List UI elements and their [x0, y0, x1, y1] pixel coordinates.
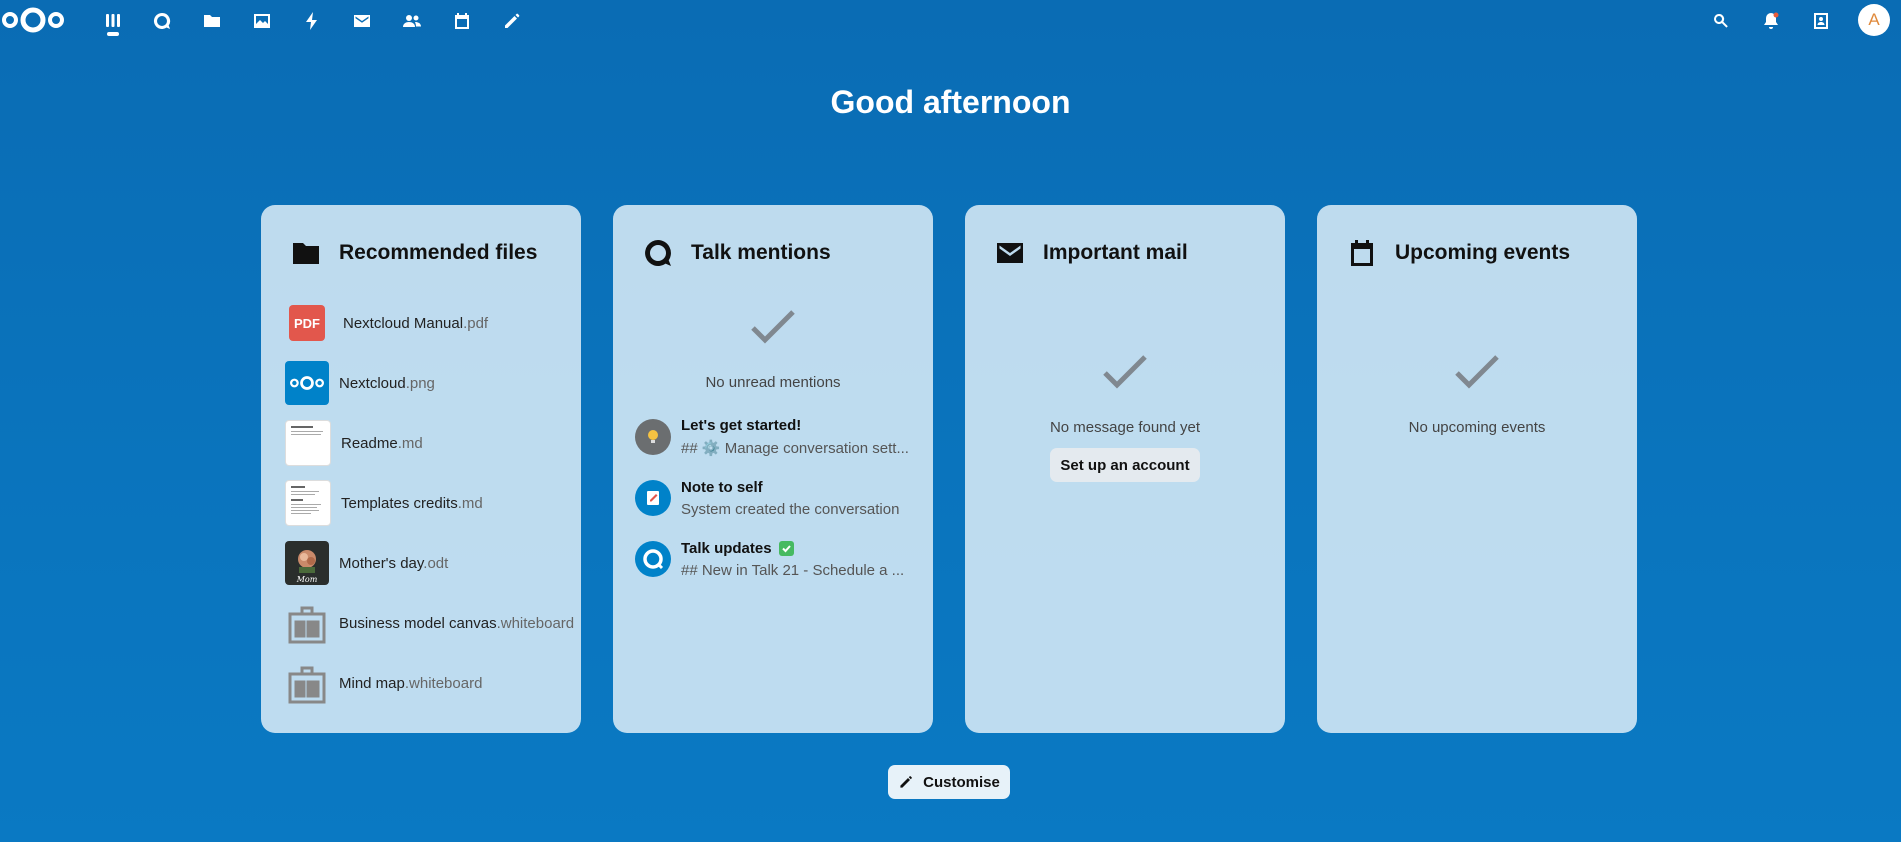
calendar-icon[interactable]: [450, 9, 474, 33]
conversation-title: Note to self: [681, 478, 763, 496]
conversation-preview: ## New in Talk 21 - Schedule a ...: [681, 561, 905, 579]
upcoming-events-widget: Upcoming events No upcoming events: [1317, 205, 1637, 733]
whiteboard-icon: [285, 601, 329, 645]
mail-icon[interactable]: [350, 9, 374, 33]
active-app-indicator: [107, 32, 119, 36]
page-title: Good afternoon: [830, 84, 1071, 120]
talk-mentions-widget: Talk mentions No unread mentions Let's g…: [613, 205, 933, 733]
nextcloud-image-thumbnail: [285, 361, 329, 405]
conversation-item[interactable]: Note to self System created the conversa…: [635, 473, 899, 523]
avatar[interactable]: A: [1858, 4, 1890, 36]
important-mail-widget: Important mail No message found yet Set …: [965, 205, 1285, 733]
mail-icon: [997, 243, 1023, 263]
file-name: Business model canvas.whiteboard: [339, 614, 575, 632]
contacts-icon[interactable]: [400, 9, 424, 33]
conversation-item[interactable]: Let's get started! ## ⚙️ Manage conversa…: [635, 412, 909, 462]
whiteboard-icon: [285, 661, 329, 705]
empty-message: No message found yet: [1049, 419, 1201, 436]
checkmark-icon: [747, 300, 799, 357]
pdf-file-icon: PDF: [289, 305, 325, 341]
widget-header: Talk mentions: [643, 233, 831, 273]
conversation-item[interactable]: Talk updates ## New in Talk 21 - Schedul…: [635, 534, 904, 584]
file-name: Nextcloud Manual.pdf: [343, 314, 489, 332]
lightning-icon[interactable]: [300, 9, 324, 33]
recommended-files-widget: Recommended files PDF Nextcloud Manual.p…: [261, 205, 581, 733]
widget-title: Talk mentions: [691, 241, 831, 264]
conversation-title: Talk updates: [681, 540, 904, 557]
customise-button[interactable]: Customise: [888, 765, 1010, 799]
nextcloud-logo-icon[interactable]: [2, 6, 64, 34]
pencil-icon[interactable]: [500, 9, 524, 33]
image-icon[interactable]: [250, 9, 274, 33]
file-item[interactable]: Templates credits.md: [285, 480, 483, 526]
file-item[interactable]: Nextcloud.png: [285, 360, 435, 406]
file-item[interactable]: Business model canvas.whiteboard: [285, 600, 574, 646]
file-item[interactable]: Readme.md: [285, 420, 423, 466]
widget-header: Recommended files: [291, 233, 537, 273]
check-badge-icon: [778, 540, 794, 556]
dashboard-icon[interactable]: [101, 9, 125, 33]
file-name: Mind map.whiteboard: [339, 674, 483, 692]
talk-logo-icon: [635, 541, 671, 577]
widget-header: Important mail: [995, 233, 1188, 273]
checkmark-icon: [1451, 345, 1503, 402]
file-name: Nextcloud.png: [339, 374, 435, 392]
pdf-badge: PDF: [294, 315, 320, 331]
search-icon[interactable]: [1709, 9, 1733, 33]
widget-header: Upcoming events: [1347, 233, 1570, 273]
file-name: Mother's day.odt: [339, 554, 449, 572]
widget-title: Recommended files: [339, 241, 538, 264]
note-icon: [635, 480, 671, 516]
lightbulb-icon: [635, 419, 671, 455]
top-bar: A: [0, 0, 1901, 42]
pencil-icon: [900, 776, 912, 788]
empty-message: No unread mentions: [705, 374, 841, 391]
avatar-letter: A: [1868, 10, 1880, 29]
calendar-icon: [1351, 240, 1373, 266]
file-item[interactable]: Mom Mother's day.odt: [285, 540, 448, 586]
checkmark-icon: [1099, 345, 1151, 402]
document-thumbnail: [285, 480, 331, 526]
empty-message: No upcoming events: [1408, 419, 1546, 436]
file-item[interactable]: Mind map.whiteboard: [285, 660, 482, 706]
folder-icon[interactable]: [200, 9, 224, 33]
talk-icon[interactable]: [150, 9, 174, 33]
conversation-preview: ## ⚙️ Manage conversation sett...: [681, 440, 909, 457]
bell-icon[interactable]: [1759, 9, 1783, 33]
folder-icon: [293, 243, 319, 264]
talk-icon: [645, 240, 671, 266]
conversation-title: Let's get started!: [681, 417, 802, 434]
file-name: Templates credits.md: [341, 494, 483, 512]
widget-title: Important mail: [1043, 241, 1188, 264]
file-name: Readme.md: [341, 434, 423, 452]
photo-thumbnail: Mom: [285, 541, 329, 585]
conversation-preview: System created the conversation: [681, 500, 900, 518]
customise-label: Customise: [923, 773, 1000, 791]
document-thumbnail: [285, 420, 331, 466]
widget-title: Upcoming events: [1395, 241, 1571, 264]
setup-account-button[interactable]: Set up an account: [1050, 448, 1200, 482]
contacts-menu-icon[interactable]: [1809, 9, 1833, 33]
mom-label: Mom: [296, 575, 318, 584]
file-item[interactable]: PDF Nextcloud Manual.pdf: [285, 300, 488, 346]
